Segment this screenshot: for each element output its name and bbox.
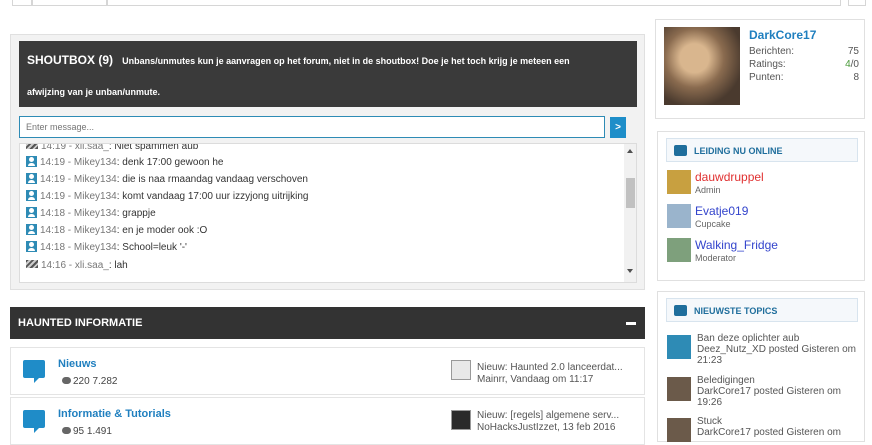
shout-message: 14:16 - xli.saa_: lah xyxy=(26,258,128,274)
last-post-avatar[interactable] xyxy=(451,360,471,380)
staff-role: Cupcake xyxy=(695,219,731,229)
user-icon xyxy=(26,190,37,201)
shoutbox-notice: Unbans/unmutes kun je aanvragen op het f… xyxy=(122,56,570,66)
shoutbox-header: SHOUTBOX (9) Unbans/unmutes kun je aanvr… xyxy=(19,41,637,107)
topic-meta: DarkCore17 posted Gisteren om xyxy=(697,427,841,438)
user-icon xyxy=(26,173,37,184)
staff-online-header: LEIDING NU ONLINE xyxy=(666,138,858,162)
shoutbox-send-button[interactable]: > xyxy=(610,117,626,138)
avatar[interactable] xyxy=(667,170,691,194)
forum-chat-icon xyxy=(23,360,45,383)
user-icon xyxy=(667,335,691,359)
avatar[interactable] xyxy=(664,27,740,105)
user-icon xyxy=(26,241,37,252)
shout-message: 14:19 - xli.saa_: Niet spammen aub xyxy=(26,144,198,155)
scroll-up-arrow-icon[interactable] xyxy=(627,149,633,153)
stat-berichten: Berichten: 75 xyxy=(749,46,859,57)
avatar xyxy=(667,418,691,442)
staff-online-box: LEIDING NU ONLINE dauwdruppel Admin Evat… xyxy=(657,131,865,281)
breadcrumb-bar xyxy=(107,0,841,6)
profile-username[interactable]: DarkCore17 xyxy=(749,28,816,42)
shout-message: 14:19 - Mikey134: die is naa rmaandag va… xyxy=(26,172,308,188)
shoutbox-scrollbar[interactable] xyxy=(624,144,636,282)
user-alt-icon xyxy=(26,260,38,268)
shout-message: 14:19 - Mikey134: denk 17:00 gewoon he xyxy=(26,155,223,171)
breadcrumb-home[interactable] xyxy=(12,0,32,6)
avatar xyxy=(667,377,691,401)
staff-member[interactable]: dauwdruppel Admin xyxy=(667,170,857,202)
haunted-info-header: HAUNTED INFORMATIE xyxy=(10,307,645,339)
last-post-info[interactable]: Nieuw: [regels] algemene serv... NoHacks… xyxy=(477,410,619,434)
shoutbox-title: SHOUTBOX (9) xyxy=(27,53,114,67)
avatar[interactable] xyxy=(667,204,691,228)
staff-member[interactable]: Evatje019 Cupcake xyxy=(667,204,857,236)
top-navigation-bar xyxy=(0,0,872,8)
last-post-avatar[interactable] xyxy=(451,410,471,430)
forum-title-link[interactable]: Nieuws xyxy=(58,358,97,370)
stat-punten: Punten: 8 xyxy=(749,72,859,83)
topic-title[interactable]: Stuck xyxy=(697,416,862,427)
user-icon xyxy=(26,224,37,235)
staff-role: Admin xyxy=(695,185,721,195)
shout-message: 14:18 - Mikey134: grappje xyxy=(26,206,156,222)
user-icon xyxy=(26,207,37,218)
breadcrumb-end-button[interactable] xyxy=(848,0,866,6)
shoutbox-panel: SHOUTBOX (9) Unbans/unmutes kun je aanvr… xyxy=(10,34,645,290)
shoutbox-notice-continued: afwijzing van je unban/unmute. xyxy=(27,87,161,97)
forum-stats: 220 7.282 xyxy=(62,376,118,387)
user-alt-icon xyxy=(26,144,38,149)
forum-stats: 95 1.491 xyxy=(62,426,112,437)
topic-title[interactable]: Ban deze oplichter aub xyxy=(697,333,862,344)
user-icon xyxy=(26,156,37,167)
forum-title-link[interactable]: Informatie & Tutorials xyxy=(58,408,171,420)
play-square-icon xyxy=(674,305,687,316)
staff-name[interactable]: Walking_Fridge xyxy=(695,238,778,252)
staff-role: Moderator xyxy=(695,253,737,263)
staff-name[interactable]: dauwdruppel xyxy=(695,170,764,184)
forum-row: Nieuws 220 7.282 Nieuw: Haunted 2.0 lanc… xyxy=(10,347,645,395)
briefcase-icon xyxy=(674,145,687,156)
threads-icon xyxy=(62,427,71,434)
forum-chat-icon xyxy=(23,410,45,433)
profile-card: DarkCore17 Berichten: 75 Ratings: 4/0 Punt… xyxy=(655,19,865,119)
topic-title[interactable]: Beledigingen xyxy=(697,375,862,386)
shout-message: 14:18 - Mikey134: School=leuk '-' xyxy=(26,240,187,256)
shout-message: 14:18 - Mikey134: en je moder ook :O xyxy=(26,223,207,239)
shoutbox-message-input[interactable] xyxy=(19,116,605,138)
scroll-down-arrow-icon[interactable] xyxy=(627,269,633,273)
scrollbar-thumb[interactable] xyxy=(626,178,635,208)
breadcrumb-segment[interactable] xyxy=(32,0,107,6)
avatar[interactable] xyxy=(667,238,691,262)
staff-member[interactable]: Walking_Fridge Moderator xyxy=(667,238,857,270)
staff-name[interactable]: Evatje019 xyxy=(695,204,748,218)
last-post-info[interactable]: Nieuw: Haunted 2.0 lanceerdat... Mainrr,… xyxy=(477,362,623,386)
shoutbox-message-list[interactable]: 14:19 - xli.saa_: Niet spammen aub 14:19… xyxy=(19,143,637,283)
forum-row: Informatie & Tutorials 95 1.491 Nieuw: [… xyxy=(10,397,645,445)
newest-topics-box: NIEUWSTE TOPICS Ban deze oplichter aub D… xyxy=(657,291,865,442)
category-title: HAUNTED INFORMATIE xyxy=(18,317,143,329)
topic-meta: DarkCore17 posted Gisteren om 19:26 xyxy=(697,386,841,408)
collapse-minus-icon[interactable] xyxy=(626,322,636,325)
threads-icon xyxy=(62,377,71,384)
topic-meta: Deez_Nutz_XD posted Gisteren om 21:23 xyxy=(697,344,856,366)
shout-message: 14:19 - Mikey134: komt vandaag 17:00 uur… xyxy=(26,189,309,205)
newest-topics-header: NIEUWSTE TOPICS xyxy=(666,298,858,322)
stat-ratings: Ratings: 4/0 xyxy=(749,59,859,70)
